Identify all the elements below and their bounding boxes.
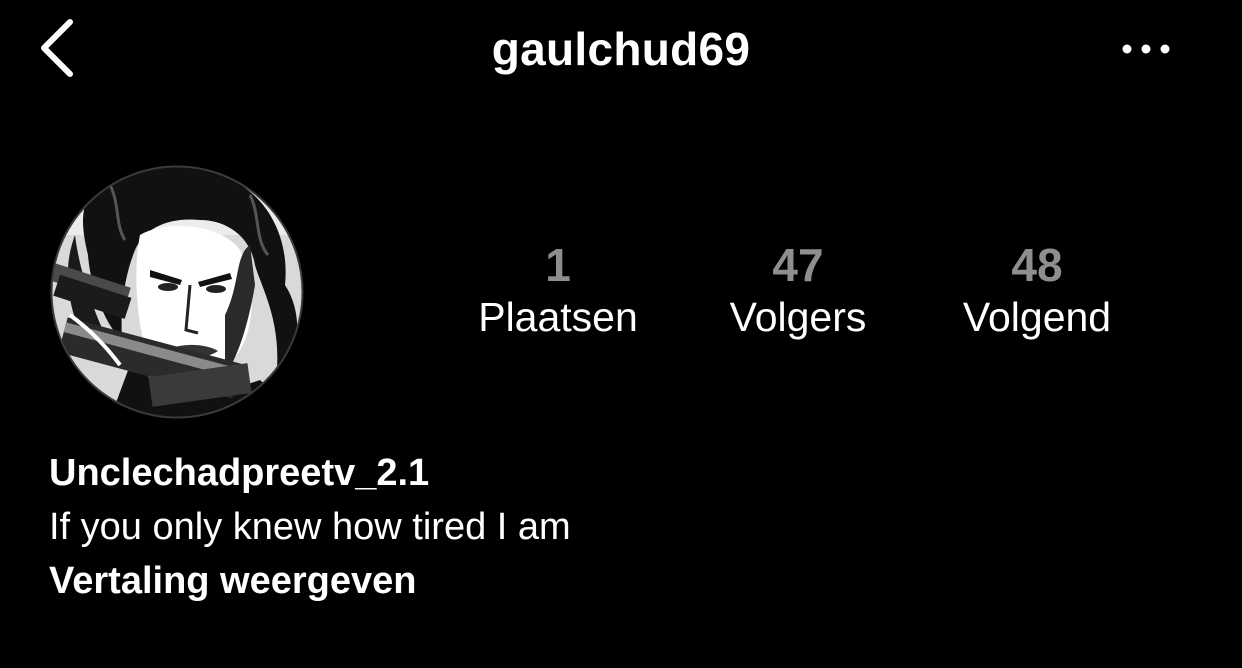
more-options-button[interactable] (1116, 36, 1178, 62)
profile-username: gaulchud69 (491, 23, 751, 75)
stat-posts-count: 1 (545, 239, 571, 291)
stat-posts-label: Plaatsen (478, 294, 638, 340)
display-name: Unclechadpreetv_2.1 (49, 452, 430, 494)
profile-avatar[interactable] (50, 165, 304, 419)
translate-link[interactable]: Vertaling weergeven (49, 554, 417, 608)
stat-posts[interactable]: 1 Plaatsen (448, 238, 668, 342)
stat-followers-count: 47 (772, 239, 824, 291)
stat-followers-label: Volgers (729, 294, 867, 340)
stat-following[interactable]: 48 Volgend (927, 238, 1147, 342)
more-horizontal-icon (1116, 36, 1178, 62)
stat-following-label: Volgend (962, 294, 1112, 340)
profile-bio: Unclechadpreetv_2.1 If you only knew how… (49, 446, 1149, 608)
bio-text: If you only knew how tired I am (49, 506, 571, 548)
stat-following-count: 48 (1011, 239, 1063, 291)
top-bar: gaulchud69 (0, 0, 1242, 100)
stat-followers[interactable]: 47 Volgers (688, 238, 908, 342)
